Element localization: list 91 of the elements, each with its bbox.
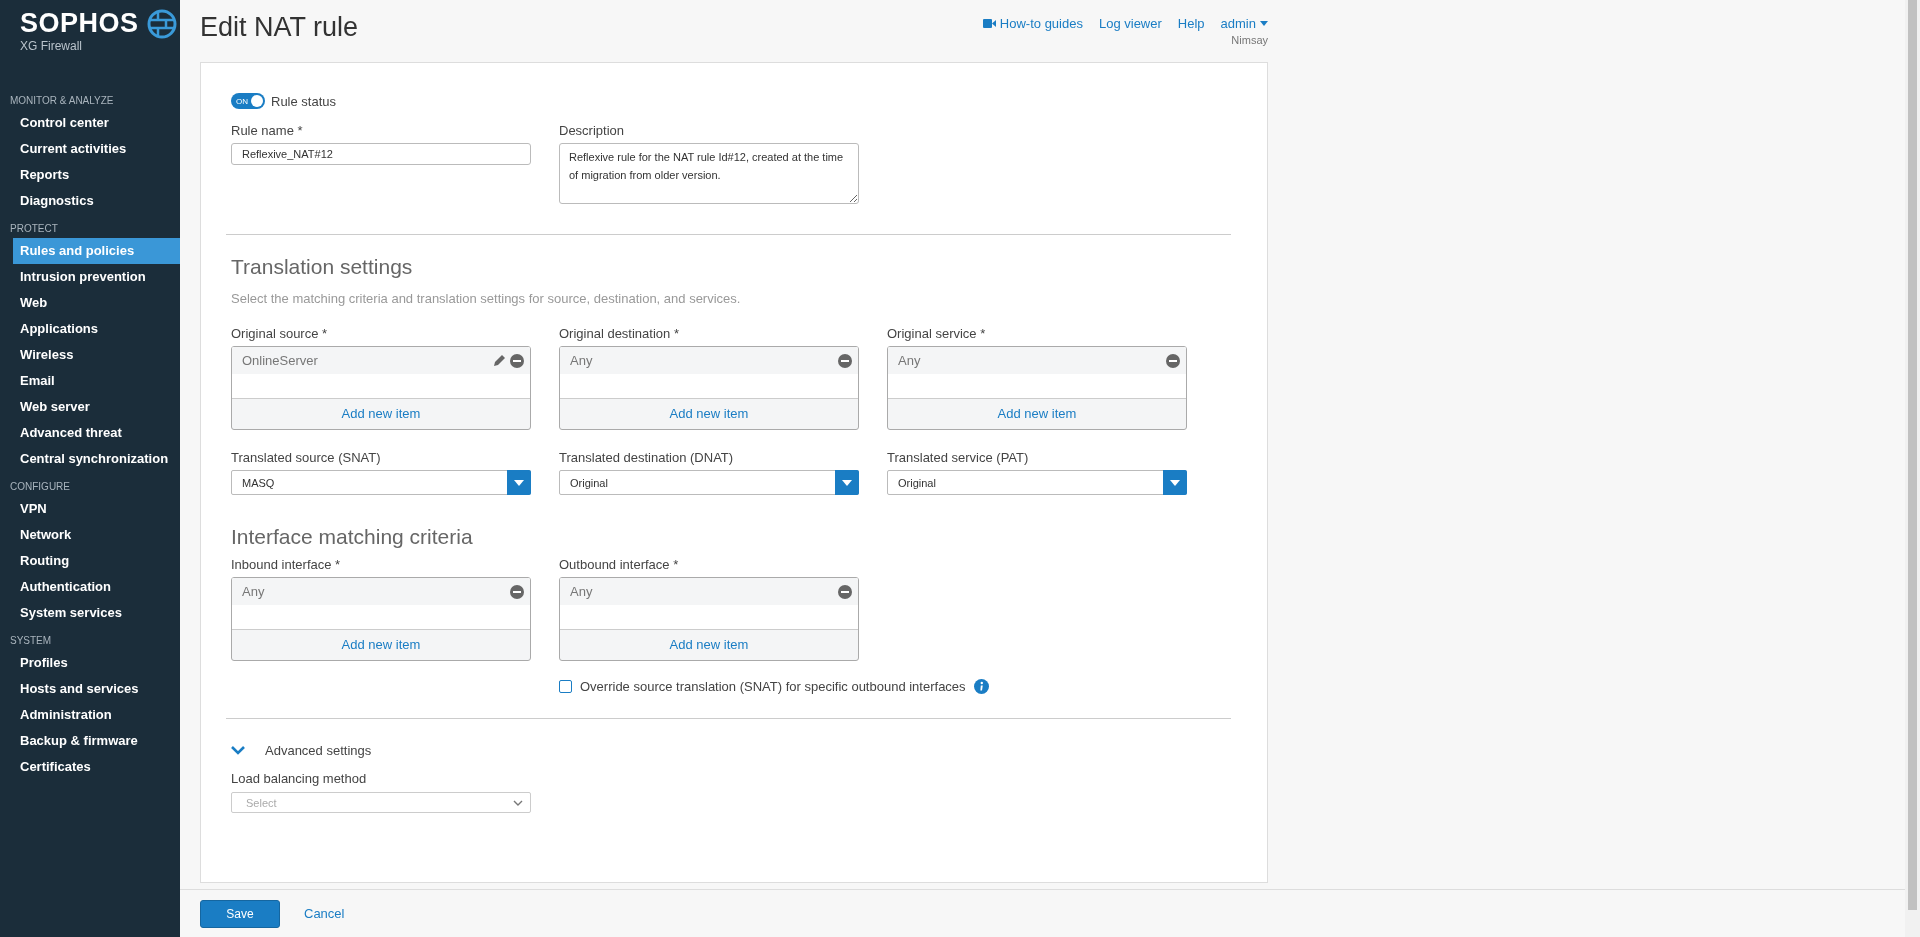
remove-icon[interactable] xyxy=(838,353,852,368)
list-item-row[interactable]: Any xyxy=(888,347,1186,374)
section-description: Select the matching criteria and translation settings for source, destination, and services. xyxy=(231,291,741,306)
cancel-link[interactable]: Cancel xyxy=(304,906,345,921)
sidebar-section-title: PROTECT xyxy=(9,222,59,236)
remove-icon[interactable] xyxy=(510,353,524,368)
toggle-switch[interactable]: ON xyxy=(231,93,265,109)
scrollbar[interactable] xyxy=(1905,0,1920,937)
checkbox[interactable] xyxy=(559,680,572,693)
sidebar-section-title: CONFIGURE xyxy=(9,480,71,494)
dropdown-field[interactable]: Original xyxy=(887,470,1187,495)
sidebar-item[interactable]: Current activities xyxy=(13,136,180,162)
field-label: Original destination * xyxy=(559,326,680,341)
sidebar-item[interactable]: Backup & firmware xyxy=(13,728,180,754)
list-item-text: Any xyxy=(242,584,266,599)
add-new-item-link[interactable]: Add new item xyxy=(560,630,858,660)
caret-down-icon xyxy=(514,479,524,486)
list-item-row[interactable]: Any xyxy=(232,578,530,605)
sidebar-item[interactable]: Applications xyxy=(13,316,180,342)
add-new-item-link[interactable]: Add new item xyxy=(232,630,530,660)
header-link[interactable]: Log viewer xyxy=(1098,16,1162,31)
sidebar-section-title: MONITOR & ANALYZE xyxy=(9,94,115,108)
sidebar-item[interactable]: Routing xyxy=(13,548,180,574)
list-item-text: OnlineServer xyxy=(242,353,319,368)
list-item-row[interactable]: Any xyxy=(560,578,858,605)
pencil-icon[interactable] xyxy=(493,354,506,367)
page-title: Edit NAT rule xyxy=(200,12,359,44)
remove-icon[interactable] xyxy=(510,584,524,599)
field-label: Rule name * xyxy=(231,123,304,138)
chevron-icon xyxy=(231,746,245,755)
list-item-text: Any xyxy=(570,353,594,368)
add-new-item-link[interactable]: Add new item xyxy=(232,399,530,429)
dropdown-field[interactable]: MASQ xyxy=(231,470,531,495)
sidebar-item[interactable]: Intrusion prevention xyxy=(13,264,180,290)
list-item-row[interactable]: Any xyxy=(560,347,858,374)
description-field[interactable]: Reflexive rule for the NAT rule Id#12, created at the time of migration from older version. xyxy=(559,143,859,204)
caret-down-icon xyxy=(842,479,852,486)
brand-logo-text: SOPHOS xyxy=(20,8,139,39)
product-name: XG Firewall xyxy=(20,39,83,53)
section-heading: Translation settings xyxy=(231,255,413,279)
sidebar-item[interactable]: Network xyxy=(13,522,180,548)
add-new-item-link[interactable]: Add new item xyxy=(888,399,1186,429)
field-label: Translated destination (DNAT) xyxy=(559,450,735,465)
header-link[interactable]: admin xyxy=(1220,16,1268,31)
sidebar-item[interactable]: Web xyxy=(13,290,180,316)
field-label: Translated service (PAT) xyxy=(887,450,1030,465)
sidebar-item[interactable]: Reports xyxy=(13,162,180,188)
header-link[interactable]: Help xyxy=(1177,16,1205,31)
user-subtitle: Nimsay xyxy=(1231,34,1268,46)
chevron-down-icon xyxy=(513,799,523,806)
section-heading: Interface matching criteria xyxy=(231,525,473,549)
field-label: Description xyxy=(559,123,626,138)
field-label: Inbound interface * xyxy=(231,557,342,572)
sidebar-item[interactable]: Wireless xyxy=(13,342,180,368)
sidebar-item[interactable]: VPN xyxy=(13,496,180,522)
list-item-text: Any xyxy=(570,584,594,599)
list-item-text: Any xyxy=(898,353,922,368)
sidebar-section-title: SYSTEM xyxy=(9,634,53,648)
sidebar-item[interactable]: System services xyxy=(13,600,180,626)
checkbox-label: Override source translation (SNAT) for specific outbound interfaces xyxy=(580,679,966,694)
sidebar-item[interactable]: Administration xyxy=(13,702,180,728)
sidebar-item[interactable]: Advanced threat xyxy=(13,420,180,446)
save-button[interactable]: Save xyxy=(200,899,280,928)
advanced-settings-toggle[interactable]: Advanced settings xyxy=(231,743,372,758)
field-label: Outbound interface * xyxy=(559,557,680,572)
field-label: Original source * xyxy=(231,326,329,341)
dropdown-field[interactable]: Original xyxy=(559,470,859,495)
field-label: Translated source (SNAT) xyxy=(231,450,382,465)
caret-down-icon xyxy=(1170,479,1180,486)
sidebar-item[interactable]: Email xyxy=(13,368,180,394)
sidebar-item[interactable]: Hosts and services xyxy=(13,676,180,702)
sidebar-item[interactable]: Diagnostics xyxy=(13,188,180,214)
sidebar-item[interactable]: Central synchronization xyxy=(13,446,180,472)
video-camera-icon xyxy=(982,19,996,28)
caret-down-icon xyxy=(1260,21,1268,26)
sidebar-item[interactable]: Control center xyxy=(13,110,180,136)
header-link[interactable]: How-to guides xyxy=(982,16,1083,31)
sidebar-item[interactable]: Web server xyxy=(13,394,180,420)
globe-grid-icon xyxy=(146,8,177,39)
input-field[interactable]: Reflexive_NAT#12 xyxy=(231,143,531,165)
field-label: Original service * xyxy=(887,326,987,341)
sidebar-item[interactable]: Certificates xyxy=(13,754,180,780)
sidebar-item[interactable]: Authentication xyxy=(13,574,180,600)
info-icon[interactable] xyxy=(973,679,989,694)
remove-icon[interactable] xyxy=(838,584,852,599)
remove-icon[interactable] xyxy=(1166,353,1180,368)
list-item-row[interactable]: OnlineServer xyxy=(232,347,530,374)
field-label: Rule status xyxy=(271,93,337,109)
sidebar-item[interactable]: Profiles xyxy=(13,650,180,676)
field-label: Load balancing method xyxy=(231,771,367,786)
add-new-item-link[interactable]: Add new item xyxy=(560,399,858,429)
